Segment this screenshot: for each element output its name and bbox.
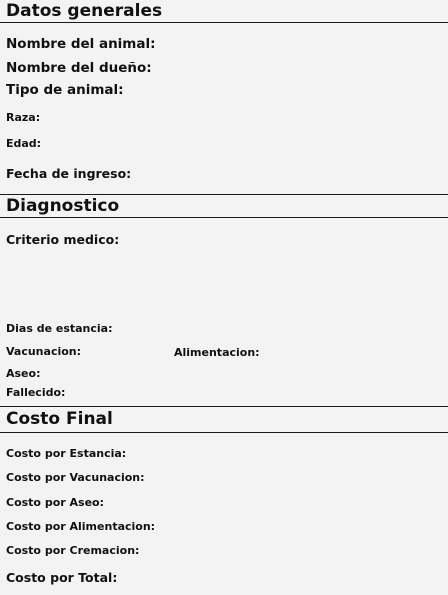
label-criterio-medico: Criterio medico:: [6, 232, 120, 247]
label-costo-vacunacion: Costo por Vacunacion:: [6, 471, 145, 484]
section-title-datos-generales: Datos generales: [6, 1, 163, 21]
section-title-diagnostico: Diagnostico: [6, 196, 120, 216]
label-costo-cremacion: Costo por Cremacion:: [6, 544, 140, 557]
label-raza: Raza:: [6, 111, 41, 124]
section-divider: [0, 406, 448, 407]
section-divider: [0, 217, 448, 218]
label-dias-estancia: Dias de estancia:: [6, 322, 113, 335]
label-edad: Edad:: [6, 137, 42, 150]
section-divider: [0, 194, 448, 195]
section-title-costo-final: Costo Final: [6, 409, 113, 429]
label-costo-estancia: Costo por Estancia:: [6, 447, 127, 460]
label-tipo-animal: Tipo de animal:: [6, 82, 124, 98]
label-aseo: Aseo:: [6, 367, 41, 380]
label-costo-alimentacion: Costo por Alimentacion:: [6, 520, 156, 533]
label-costo-aseo: Costo por Aseo:: [6, 496, 104, 509]
label-nombre-animal: Nombre del animal:: [6, 36, 156, 52]
label-alimentacion: Alimentacion:: [174, 346, 260, 359]
label-nombre-dueno: Nombre del dueño:: [6, 60, 152, 76]
label-fecha-ingreso: Fecha de ingreso:: [6, 166, 132, 181]
section-divider: [0, 22, 448, 23]
section-divider: [0, 432, 448, 433]
label-fallecido: Fallecido:: [6, 386, 66, 399]
label-costo-total: Costo por Total:: [6, 570, 118, 585]
label-vacunacion: Vacunacion:: [6, 345, 82, 358]
